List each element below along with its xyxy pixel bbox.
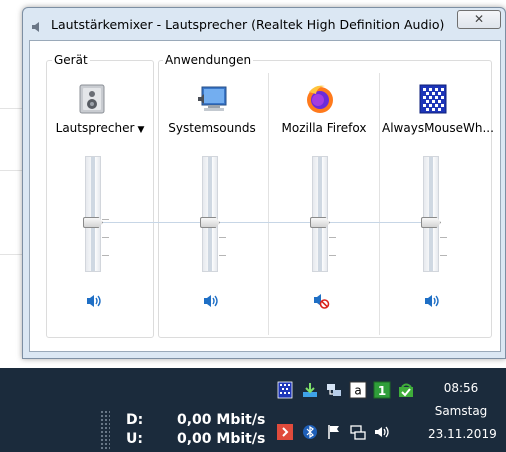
- slider-track-fill: [208, 157, 212, 271]
- alwaysmousewheel-icon: [417, 83, 449, 115]
- slider-tick: [329, 237, 336, 238]
- mixer-client-area: Gerät Anwendungen Lautsprecher ▼ Systems…: [29, 40, 501, 352]
- download-tray-icon[interactable]: [301, 381, 319, 399]
- alwaysmousewheel-mute-button[interactable]: [423, 293, 441, 309]
- a-app-tray-icon[interactable]: a: [349, 381, 367, 399]
- clock-time[interactable]: 08:56: [428, 381, 494, 395]
- firefox-volume-slider[interactable]: [312, 156, 328, 272]
- app-name-firefox: Mozilla Firefox: [281, 121, 367, 135]
- speaker-muted-icon: [314, 294, 330, 309]
- device-selector[interactable]: Lautsprecher ▼: [52, 121, 148, 135]
- slider-tick: [440, 255, 447, 256]
- speaker-volume-icon: [204, 295, 218, 307]
- taskbar: D: 0,00 Mbit/s U: 0,00 Mbit/s a 1 08:56 …: [0, 368, 506, 452]
- firefox-mute-button[interactable]: [312, 293, 330, 309]
- column-separator: [268, 73, 269, 335]
- bluetooth-tray-icon[interactable]: [301, 423, 319, 441]
- slider-track-fill: [318, 157, 322, 271]
- speaker-title-icon: [31, 18, 43, 32]
- number-one-digit: 1: [378, 384, 386, 398]
- a-app-letter: a: [354, 384, 361, 398]
- slider-track-fill: [91, 157, 95, 271]
- slider-track-fill: [429, 157, 433, 271]
- systemsounds-volume-slider[interactable]: [202, 156, 218, 272]
- number-one-tray-icon[interactable]: 1: [373, 381, 391, 399]
- network-tray-icon[interactable]: [325, 381, 343, 399]
- slider-tick: [440, 237, 447, 238]
- slider-tick: [329, 255, 336, 256]
- volume-tray-icon[interactable]: [373, 423, 391, 441]
- network-connection-icon[interactable]: [349, 423, 367, 441]
- slider-tick: [102, 219, 109, 220]
- alwaysmousewheel-tray-icon[interactable]: [276, 381, 294, 399]
- volume-mixer-window: Lautstärkemixer - Lautsprecher (Realtek …: [22, 7, 506, 359]
- app-name-systemsounds: Systemsounds: [168, 121, 256, 135]
- apps-group-label: Anwendungen: [163, 53, 254, 67]
- firefox-icon: [304, 83, 336, 115]
- chevron-down-icon: ▼: [137, 125, 145, 135]
- window-title: Lautstärkemixer - Lautsprecher (Realtek …: [51, 17, 445, 32]
- slider-link-line: [99, 222, 434, 223]
- alwaysmousewheel-volume-slider[interactable]: [423, 156, 439, 272]
- slider-tick: [219, 237, 226, 238]
- device-name: Lautsprecher: [55, 121, 135, 135]
- antivirus-tray-icon[interactable]: [276, 423, 294, 441]
- system-sounds-icon: [196, 83, 228, 115]
- net-upload-label: U:: [126, 431, 143, 447]
- column-separator: [379, 73, 380, 335]
- net-upload-value: 0,00 Mbit/s: [177, 431, 266, 447]
- app-name-alwaysmousewheel: AlwaysMouseWh...: [382, 121, 494, 135]
- title-bar[interactable]: Lautstärkemixer - Lautsprecher (Realtek …: [23, 8, 505, 38]
- slider-tick: [102, 237, 109, 238]
- systemsounds-mute-button[interactable]: [202, 293, 220, 309]
- action-center-flag-icon[interactable]: [325, 423, 343, 441]
- slider-tick: [102, 255, 109, 256]
- sync-check-tray-icon[interactable]: [397, 381, 415, 399]
- net-download-label: D:: [126, 412, 144, 428]
- close-button[interactable]: ✕: [457, 10, 501, 29]
- speaker-volume-icon: [425, 295, 439, 307]
- toolbar-grip[interactable]: [100, 410, 110, 450]
- speaker-volume-icon: [87, 295, 101, 307]
- speaker-device-icon: [76, 83, 108, 115]
- clock-day[interactable]: Samstag: [428, 404, 494, 418]
- device-group-label: Gerät: [52, 53, 90, 67]
- slider-tick: [219, 255, 226, 256]
- clock-date[interactable]: 23.11.2019: [428, 427, 497, 441]
- device-volume-slider[interactable]: [85, 156, 101, 272]
- device-mute-button[interactable]: [85, 293, 103, 309]
- net-download-value: 0,00 Mbit/s: [177, 412, 266, 428]
